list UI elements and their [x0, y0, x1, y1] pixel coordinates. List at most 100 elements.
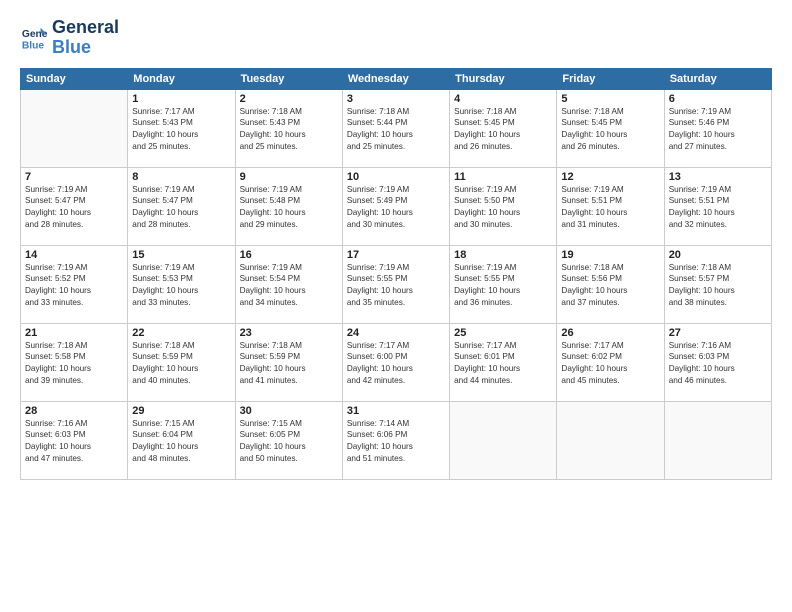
day-info: Sunrise: 7:19 AM Sunset: 5:51 PM Dayligh…: [669, 184, 767, 232]
calendar-cell: 24Sunrise: 7:17 AM Sunset: 6:00 PM Dayli…: [342, 323, 449, 401]
day-info: Sunrise: 7:19 AM Sunset: 5:54 PM Dayligh…: [240, 262, 338, 310]
calendar-cell: 8Sunrise: 7:19 AM Sunset: 5:47 PM Daylig…: [128, 167, 235, 245]
day-info: Sunrise: 7:18 AM Sunset: 5:58 PM Dayligh…: [25, 340, 123, 388]
calendar-body: 1Sunrise: 7:17 AM Sunset: 5:43 PM Daylig…: [21, 89, 772, 479]
day-info: Sunrise: 7:18 AM Sunset: 5:45 PM Dayligh…: [561, 106, 659, 154]
header-cell-friday: Friday: [557, 68, 664, 89]
svg-text:General: General: [22, 29, 48, 40]
calendar-cell: 30Sunrise: 7:15 AM Sunset: 6:05 PM Dayli…: [235, 401, 342, 479]
day-number: 6: [669, 93, 767, 105]
day-number: 11: [454, 171, 552, 183]
header-cell-monday: Monday: [128, 68, 235, 89]
day-number: 15: [132, 249, 230, 261]
header: General Blue General Blue: [20, 18, 772, 58]
header-cell-wednesday: Wednesday: [342, 68, 449, 89]
day-number: 13: [669, 171, 767, 183]
day-number: 4: [454, 93, 552, 105]
week-row-0: 1Sunrise: 7:17 AM Sunset: 5:43 PM Daylig…: [21, 89, 772, 167]
day-info: Sunrise: 7:18 AM Sunset: 5:59 PM Dayligh…: [132, 340, 230, 388]
calendar-cell: 22Sunrise: 7:18 AM Sunset: 5:59 PM Dayli…: [128, 323, 235, 401]
day-info: Sunrise: 7:16 AM Sunset: 6:03 PM Dayligh…: [669, 340, 767, 388]
day-number: 17: [347, 249, 445, 261]
day-info: Sunrise: 7:19 AM Sunset: 5:53 PM Dayligh…: [132, 262, 230, 310]
calendar-cell: 23Sunrise: 7:18 AM Sunset: 5:59 PM Dayli…: [235, 323, 342, 401]
calendar-cell: 16Sunrise: 7:19 AM Sunset: 5:54 PM Dayli…: [235, 245, 342, 323]
calendar-cell: 27Sunrise: 7:16 AM Sunset: 6:03 PM Dayli…: [664, 323, 771, 401]
header-cell-sunday: Sunday: [21, 68, 128, 89]
day-number: 26: [561, 327, 659, 339]
day-number: 16: [240, 249, 338, 261]
day-info: Sunrise: 7:15 AM Sunset: 6:05 PM Dayligh…: [240, 418, 338, 466]
header-cell-thursday: Thursday: [450, 68, 557, 89]
day-number: 29: [132, 405, 230, 417]
day-info: Sunrise: 7:18 AM Sunset: 5:57 PM Dayligh…: [669, 262, 767, 310]
day-number: 7: [25, 171, 123, 183]
calendar-cell: 6Sunrise: 7:19 AM Sunset: 5:46 PM Daylig…: [664, 89, 771, 167]
day-info: Sunrise: 7:18 AM Sunset: 5:59 PM Dayligh…: [240, 340, 338, 388]
page: General Blue General Blue SundayMondayTu…: [0, 0, 792, 612]
day-number: 30: [240, 405, 338, 417]
day-info: Sunrise: 7:18 AM Sunset: 5:44 PM Dayligh…: [347, 106, 445, 154]
day-number: 14: [25, 249, 123, 261]
day-info: Sunrise: 7:19 AM Sunset: 5:47 PM Dayligh…: [25, 184, 123, 232]
day-number: 24: [347, 327, 445, 339]
calendar-cell: 14Sunrise: 7:19 AM Sunset: 5:52 PM Dayli…: [21, 245, 128, 323]
day-info: Sunrise: 7:19 AM Sunset: 5:47 PM Dayligh…: [132, 184, 230, 232]
calendar-cell: 18Sunrise: 7:19 AM Sunset: 5:55 PM Dayli…: [450, 245, 557, 323]
calendar-cell: 10Sunrise: 7:19 AM Sunset: 5:49 PM Dayli…: [342, 167, 449, 245]
svg-text:Blue: Blue: [22, 40, 45, 51]
calendar-cell: [557, 401, 664, 479]
day-number: 28: [25, 405, 123, 417]
day-info: Sunrise: 7:19 AM Sunset: 5:46 PM Dayligh…: [669, 106, 767, 154]
calendar-cell: [21, 89, 128, 167]
calendar-cell: 17Sunrise: 7:19 AM Sunset: 5:55 PM Dayli…: [342, 245, 449, 323]
day-info: Sunrise: 7:17 AM Sunset: 5:43 PM Dayligh…: [132, 106, 230, 154]
week-row-1: 7Sunrise: 7:19 AM Sunset: 5:47 PM Daylig…: [21, 167, 772, 245]
calendar-cell: 25Sunrise: 7:17 AM Sunset: 6:01 PM Dayli…: [450, 323, 557, 401]
calendar-cell: 28Sunrise: 7:16 AM Sunset: 6:03 PM Dayli…: [21, 401, 128, 479]
day-info: Sunrise: 7:18 AM Sunset: 5:45 PM Dayligh…: [454, 106, 552, 154]
calendar-table: SundayMondayTuesdayWednesdayThursdayFrid…: [20, 68, 772, 480]
calendar-cell: [450, 401, 557, 479]
calendar-cell: 20Sunrise: 7:18 AM Sunset: 5:57 PM Dayli…: [664, 245, 771, 323]
day-info: Sunrise: 7:14 AM Sunset: 6:06 PM Dayligh…: [347, 418, 445, 466]
day-number: 5: [561, 93, 659, 105]
week-row-3: 21Sunrise: 7:18 AM Sunset: 5:58 PM Dayli…: [21, 323, 772, 401]
calendar-cell: 31Sunrise: 7:14 AM Sunset: 6:06 PM Dayli…: [342, 401, 449, 479]
header-cell-tuesday: Tuesday: [235, 68, 342, 89]
day-number: 27: [669, 327, 767, 339]
week-row-2: 14Sunrise: 7:19 AM Sunset: 5:52 PM Dayli…: [21, 245, 772, 323]
logo-icon: General Blue: [20, 24, 48, 52]
day-info: Sunrise: 7:19 AM Sunset: 5:51 PM Dayligh…: [561, 184, 659, 232]
calendar-cell: 13Sunrise: 7:19 AM Sunset: 5:51 PM Dayli…: [664, 167, 771, 245]
calendar-cell: 19Sunrise: 7:18 AM Sunset: 5:56 PM Dayli…: [557, 245, 664, 323]
calendar-cell: 21Sunrise: 7:18 AM Sunset: 5:58 PM Dayli…: [21, 323, 128, 401]
day-info: Sunrise: 7:19 AM Sunset: 5:55 PM Dayligh…: [454, 262, 552, 310]
calendar-cell: 7Sunrise: 7:19 AM Sunset: 5:47 PM Daylig…: [21, 167, 128, 245]
day-number: 12: [561, 171, 659, 183]
day-number: 22: [132, 327, 230, 339]
day-info: Sunrise: 7:19 AM Sunset: 5:55 PM Dayligh…: [347, 262, 445, 310]
day-number: 18: [454, 249, 552, 261]
calendar-cell: [664, 401, 771, 479]
day-number: 21: [25, 327, 123, 339]
logo: General Blue General Blue: [20, 18, 119, 58]
day-number: 9: [240, 171, 338, 183]
day-number: 23: [240, 327, 338, 339]
day-info: Sunrise: 7:18 AM Sunset: 5:56 PM Dayligh…: [561, 262, 659, 310]
day-number: 3: [347, 93, 445, 105]
day-info: Sunrise: 7:18 AM Sunset: 5:43 PM Dayligh…: [240, 106, 338, 154]
calendar-cell: 3Sunrise: 7:18 AM Sunset: 5:44 PM Daylig…: [342, 89, 449, 167]
day-info: Sunrise: 7:17 AM Sunset: 6:01 PM Dayligh…: [454, 340, 552, 388]
week-row-4: 28Sunrise: 7:16 AM Sunset: 6:03 PM Dayli…: [21, 401, 772, 479]
day-number: 19: [561, 249, 659, 261]
calendar-cell: 29Sunrise: 7:15 AM Sunset: 6:04 PM Dayli…: [128, 401, 235, 479]
logo-text: General Blue: [52, 18, 119, 58]
calendar-cell: 26Sunrise: 7:17 AM Sunset: 6:02 PM Dayli…: [557, 323, 664, 401]
calendar-cell: 15Sunrise: 7:19 AM Sunset: 5:53 PM Dayli…: [128, 245, 235, 323]
day-info: Sunrise: 7:19 AM Sunset: 5:50 PM Dayligh…: [454, 184, 552, 232]
calendar-cell: 9Sunrise: 7:19 AM Sunset: 5:48 PM Daylig…: [235, 167, 342, 245]
day-info: Sunrise: 7:17 AM Sunset: 6:00 PM Dayligh…: [347, 340, 445, 388]
header-cell-saturday: Saturday: [664, 68, 771, 89]
calendar-header-row: SundayMondayTuesdayWednesdayThursdayFrid…: [21, 68, 772, 89]
